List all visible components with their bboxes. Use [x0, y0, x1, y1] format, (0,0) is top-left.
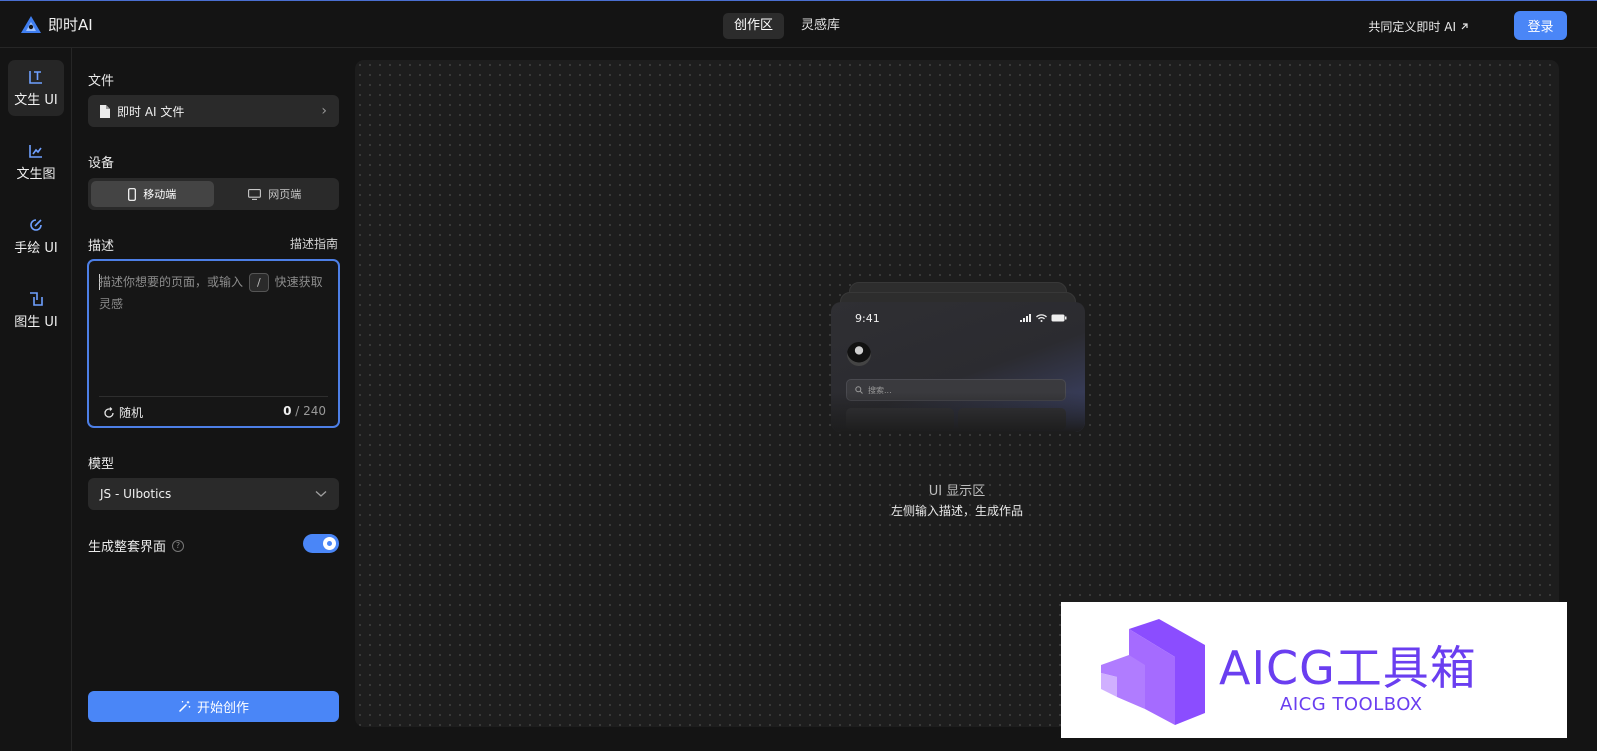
- file-selector[interactable]: 即时 AI 文件 ›: [88, 95, 339, 127]
- rail-item-text-image[interactable]: 文生图: [8, 134, 64, 190]
- text-ui-icon: [29, 70, 42, 84]
- logo[interactable]: 即时AI: [20, 14, 93, 35]
- description-label: 描述: [88, 239, 115, 254]
- preview-card-stack: 9:41 搜索...: [831, 282, 1085, 432]
- file-icon: [100, 104, 110, 118]
- login-button[interactable]: 登录: [1514, 11, 1567, 40]
- side-rail: 文生 UI 文生图 手绘 UI 图生 UI: [0, 48, 72, 751]
- full-ui-toggle[interactable]: [303, 534, 339, 553]
- magic-wand-icon: [178, 701, 191, 713]
- file-name: 即时 AI 文件: [117, 104, 185, 119]
- wifi-icon: [1036, 314, 1047, 322]
- aicg-watermark: AICG工具箱 AICG TOOLBOX: [1061, 602, 1567, 738]
- rail-item-image-ui[interactable]: 图生 UI: [8, 282, 64, 338]
- placeholder-text-start: 描述你想要的页面，或输入: [99, 275, 244, 289]
- model-select[interactable]: JS - UIbotics: [88, 478, 339, 510]
- full-ui-row: 生成整套界面 ?: [88, 536, 185, 555]
- device-web-label: 网页端: [268, 188, 302, 201]
- config-panel: 文件 即时 AI 文件 › 设备 移动端 网页端 描述 描述指南 描述你想要的页…: [72, 48, 354, 751]
- preview-status-time: 9:41: [855, 312, 880, 325]
- search-icon: [855, 386, 863, 394]
- main-tabs: 创作区 灵感库: [723, 13, 851, 39]
- file-label: 文件: [88, 74, 115, 89]
- preview-status-icons: [1020, 314, 1067, 322]
- device-web[interactable]: 网页端: [214, 181, 337, 207]
- preview-search-placeholder: 搜索...: [868, 385, 892, 395]
- description-placeholder: 描述你想要的页面，或输入 / 快速获取灵感: [99, 271, 329, 315]
- start-create-label: 开始创作: [196, 701, 249, 716]
- watermark-title: AICG工具箱: [1219, 641, 1477, 695]
- device-label: 设备: [88, 156, 115, 171]
- monitor-icon: [248, 188, 262, 200]
- rail-item-label: 文生图: [16, 166, 56, 182]
- rail-item-draw-ui[interactable]: 手绘 UI: [8, 208, 64, 264]
- preview-tile: [958, 408, 1066, 430]
- define-ai-link[interactable]: 共同定义即时 AI: [1368, 18, 1469, 35]
- preview-search-bar: 搜索...: [846, 379, 1066, 401]
- description-guide-link[interactable]: 描述指南: [290, 235, 338, 252]
- toggle-knob: [323, 537, 336, 550]
- aicg-logo-icon: [1101, 619, 1205, 725]
- device-mobile[interactable]: 移动端: [91, 181, 214, 207]
- preview-phone-card: 9:41 搜索...: [831, 302, 1085, 432]
- start-create-button[interactable]: 开始创作: [88, 691, 339, 722]
- watermark-subtitle: AICG TOOLBOX: [1280, 694, 1423, 715]
- external-arrow-icon: [1461, 23, 1468, 30]
- description-divider: [99, 396, 328, 397]
- help-icon[interactable]: ?: [172, 539, 185, 552]
- rail-item-label: 文生 UI: [14, 92, 58, 108]
- tab-create[interactable]: 创作区: [723, 13, 785, 39]
- signal-icon: [1020, 314, 1031, 322]
- device-mobile-label: 移动端: [143, 188, 177, 201]
- description-input[interactable]: 描述你想要的页面，或输入 / 快速获取灵感 随机 0 / 240: [87, 259, 340, 428]
- battery-icon: [1051, 314, 1067, 322]
- rail-item-text-ui[interactable]: 文生 UI: [8, 60, 64, 116]
- rail-item-label: 图生 UI: [14, 314, 58, 330]
- phone-icon: [128, 187, 137, 201]
- display-area-title: UI 显示区: [928, 484, 986, 499]
- chart-icon: [29, 144, 42, 158]
- model-value: JS - UIbotics: [100, 487, 172, 501]
- counter-max: 240: [303, 404, 326, 418]
- character-counter: 0 / 240: [283, 404, 326, 418]
- random-button[interactable]: 随机: [103, 404, 143, 421]
- random-label: 随机: [119, 406, 144, 420]
- slash-key-hint: /: [248, 273, 269, 292]
- logo-icon: [21, 15, 41, 33]
- display-area-subtitle: 左侧输入描述，生成作品: [890, 504, 1023, 518]
- logo-text: 即时AI: [48, 16, 93, 34]
- full-ui-label: 生成整套界面: [88, 540, 167, 555]
- draw-icon: [30, 218, 42, 231]
- device-toggle: 移动端 网页端: [88, 178, 339, 210]
- counter-separator: /: [291, 404, 304, 418]
- preview-tile: [846, 408, 954, 430]
- refresh-icon: [104, 406, 114, 418]
- chevron-down-icon: [315, 491, 327, 497]
- chevron-right-icon: ›: [321, 103, 327, 119]
- model-label: 模型: [88, 457, 115, 472]
- image-ui-icon: [30, 291, 43, 306]
- app-root: 即时AI 创作区 灵感库 共同定义即时 AI 登录 文生 UI 文生图 手绘 U…: [0, 0, 1597, 751]
- preview-avatar: [847, 342, 871, 366]
- tab-inspiration[interactable]: 灵感库: [790, 13, 851, 39]
- define-ai-link-label: 共同定义即时 AI: [1368, 20, 1456, 34]
- rail-item-label: 手绘 UI: [14, 240, 58, 256]
- header: 即时AI 创作区 灵感库 共同定义即时 AI 登录: [0, 1, 1597, 48]
